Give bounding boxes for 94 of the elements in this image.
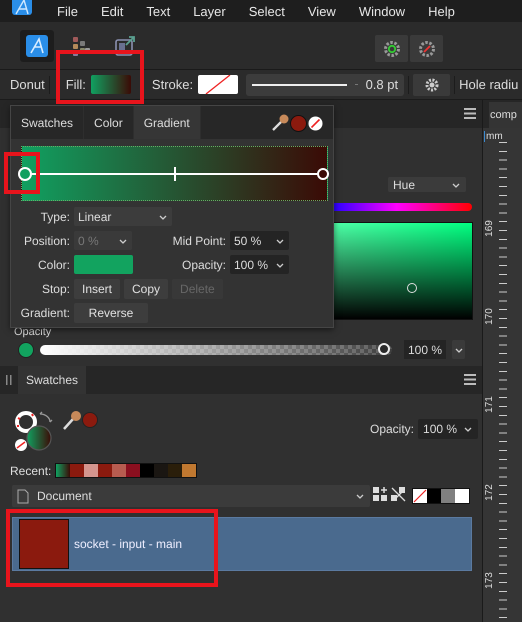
type-dropdown[interactable]: Linear <box>74 207 172 226</box>
color-swatch[interactable] <box>427 489 441 503</box>
designer-persona-icon[interactable] <box>26 34 48 56</box>
add-swatch-icon[interactable] <box>373 487 389 503</box>
type-label: Type: <box>40 210 70 224</box>
menu-item[interactable]: View <box>308 4 336 18</box>
fill-swatch[interactable] <box>90 75 131 94</box>
gear-icon <box>418 40 436 58</box>
eyedropper-icon[interactable] <box>271 114 289 132</box>
ruler-label: 172 <box>484 484 495 501</box>
gradient-stop[interactable] <box>317 168 329 180</box>
color-swatch[interactable] <box>112 464 126 477</box>
export-persona-icon[interactable] <box>114 34 136 56</box>
mid-point-label: Mid Point: <box>172 234 226 248</box>
gradient-stop[interactable] <box>18 167 32 181</box>
gradient-label: Gradient: <box>20 306 70 320</box>
stroke-width-slider[interactable]: 0.8 pt <box>246 74 404 96</box>
position-label: Position: <box>22 234 70 248</box>
mode-dropdown[interactable]: Hue <box>388 177 466 192</box>
color-swatch[interactable] <box>154 464 168 477</box>
eyedropper-icon[interactable] <box>62 410 81 431</box>
fill-stroke-drawing[interactable] <box>14 410 54 452</box>
color-dot <box>82 412 98 428</box>
swatch-list-item[interactable]: socket - input - main <box>12 517 472 571</box>
stop-label: Stop: <box>40 282 70 296</box>
gradient-swatch[interactable] <box>56 464 70 477</box>
color-swatch[interactable] <box>168 464 182 477</box>
no-color-icon[interactable] <box>308 116 323 130</box>
swatch-link-icon[interactable] <box>391 487 407 503</box>
menu-item[interactable]: Edit <box>100 4 124 18</box>
highlight-frame <box>4 152 40 194</box>
opacity-field[interactable]: 100 % <box>404 340 446 359</box>
menu-item[interactable]: Select <box>248 4 285 18</box>
palette-dropdown[interactable]: Document <box>12 485 370 507</box>
opacity-label: Opacity: <box>370 422 414 436</box>
dropdown-button[interactable] <box>452 340 465 359</box>
mid-point-dropdown[interactable]: 50 % <box>230 231 289 250</box>
popup-tab[interactable]: Gradient <box>134 106 201 139</box>
color-swatch[interactable] <box>182 464 196 477</box>
opacity-label: Opacity: <box>180 258 226 272</box>
opacity-label: Opacity <box>14 326 52 338</box>
stop-button[interactable]: Insert <box>74 278 120 298</box>
swatch-name: socket - input - main <box>74 537 182 551</box>
popup-tab[interactable]: Swatches <box>11 106 84 139</box>
grip-icon[interactable] <box>6 375 12 385</box>
gradient-preview[interactable] <box>21 146 328 201</box>
color-label: Color: <box>36 258 70 272</box>
stroke-swatch[interactable] <box>198 75 238 94</box>
app-logo <box>12 0 32 15</box>
pixel-grid-icon[interactable] <box>70 34 92 56</box>
ruler-label: 170 <box>484 308 495 325</box>
fill-label: Fill: <box>66 77 86 92</box>
color-swatch[interactable] <box>126 464 140 477</box>
stroke-label: Stroke: <box>152 77 194 92</box>
settings-icon <box>424 78 439 92</box>
ruler-label: 171 <box>484 396 495 413</box>
color-swatch[interactable] <box>70 464 84 477</box>
shape-name: Donut <box>10 77 45 92</box>
midpoint-handle[interactable] <box>174 167 176 181</box>
menu-item[interactable]: Help <box>428 4 455 18</box>
color-swatch[interactable] <box>441 489 455 503</box>
color-swatch[interactable] <box>74 255 133 274</box>
stop-button[interactable]: Copy <box>124 278 168 298</box>
document-tab[interactable]: comp <box>489 102 522 128</box>
stroke-width-value: 0.8 pt <box>366 77 398 92</box>
gear-icon <box>382 40 400 58</box>
menu-icon[interactable] <box>464 108 476 119</box>
picker-handle[interactable] <box>407 283 417 293</box>
menu-item[interactable]: Text <box>146 4 170 18</box>
color-swatch[interactable] <box>84 464 98 477</box>
panel-tab[interactable]: Swatches <box>18 366 86 394</box>
slider-thumb[interactable] <box>378 342 390 354</box>
menu-item[interactable]: Window <box>358 4 406 18</box>
opacity-dropdown[interactable]: 100 % <box>230 255 289 274</box>
ruler-label: 169 <box>484 220 495 237</box>
opacity-dropdown[interactable]: 100 % <box>418 419 478 439</box>
recent-label: Recent: <box>10 464 52 478</box>
color-swatch[interactable] <box>140 464 154 477</box>
color-dot[interactable] <box>290 114 307 132</box>
settings-button[interactable] <box>413 74 450 96</box>
reverse-button[interactable]: Reverse <box>74 302 148 322</box>
ruler-label: 173 <box>484 572 495 589</box>
color-dot <box>18 342 34 358</box>
hole-radius-label: Hole radiu <box>459 77 518 92</box>
menu-item[interactable]: Layer <box>193 4 226 18</box>
menu-item[interactable]: File <box>57 4 78 18</box>
document-icon <box>17 488 29 504</box>
snapping-button[interactable] <box>375 35 408 62</box>
opacity-slider[interactable] <box>40 344 392 354</box>
color-swatch[interactable] <box>98 464 112 477</box>
no-color-swatch[interactable] <box>413 489 427 503</box>
menu-icon[interactable] <box>464 374 476 385</box>
ruler-unit: mm <box>484 131 503 142</box>
color-swatch[interactable] <box>455 489 469 503</box>
